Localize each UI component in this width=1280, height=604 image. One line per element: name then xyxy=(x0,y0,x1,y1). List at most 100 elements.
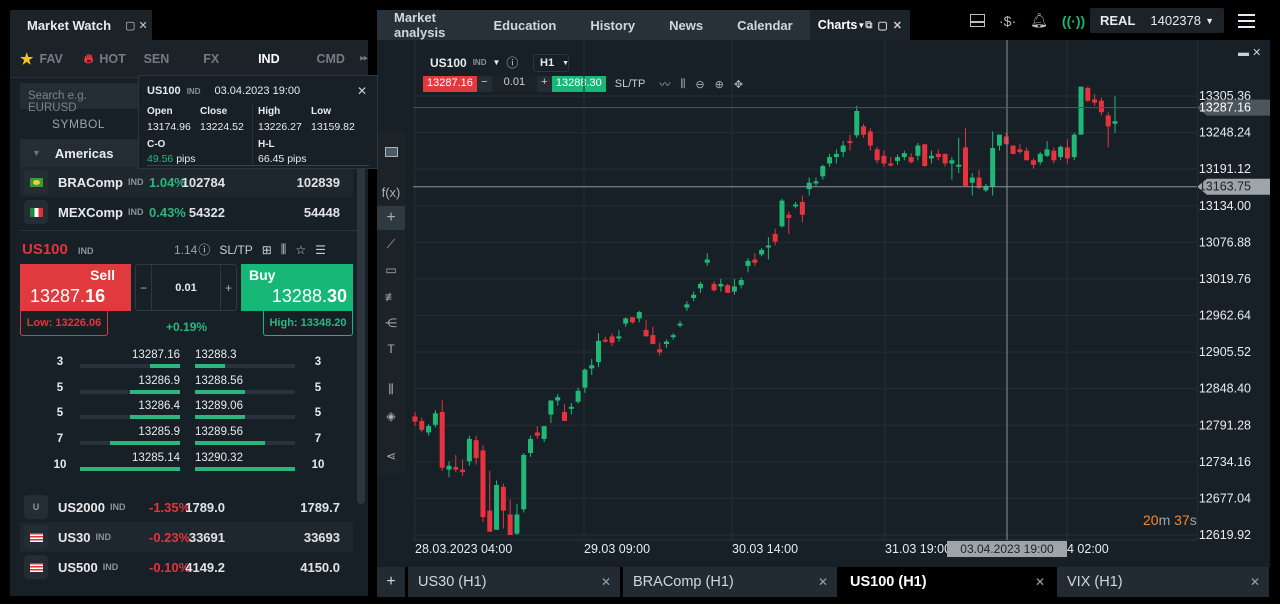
candles-icon[interactable]: ⫼ xyxy=(281,242,287,257)
candle xyxy=(670,333,676,340)
scroll-tabs-right-icon[interactable]: ⏩︎ xyxy=(360,40,368,78)
candle xyxy=(881,150,887,167)
quantity-stepper[interactable]: − 0.01 + xyxy=(135,264,237,311)
increase-button[interactable]: + xyxy=(219,265,236,310)
candle xyxy=(1037,151,1043,165)
tab-fav[interactable]: ★ FAV xyxy=(20,40,72,78)
top-bar-icons: ·$· 🔔︎ ((·)) xyxy=(970,12,1085,29)
candle xyxy=(1024,147,1030,161)
candle xyxy=(915,142,921,161)
wifi-icon: ((·)) xyxy=(1061,12,1086,29)
star-icon: ★ xyxy=(20,50,34,68)
maximize-icon[interactable]: ▢ xyxy=(877,19,887,32)
close-tab-icon[interactable]: ✕ xyxy=(818,575,828,589)
candle-body xyxy=(935,153,941,158)
nav-calendar[interactable]: Calendar xyxy=(720,10,810,40)
maximize-icon[interactable]: ▢ xyxy=(125,20,138,32)
symbol-search-input[interactable]: Search e.g. EURUSD xyxy=(20,83,138,114)
candle xyxy=(426,424,432,436)
tab-fx[interactable]: FX xyxy=(203,40,246,78)
layout-icon[interactable] xyxy=(970,14,985,27)
favorite-star-icon[interactable]: ☆ xyxy=(295,243,306,257)
close-tab-icon[interactable]: ✕ xyxy=(1250,575,1260,589)
us-flag-icon xyxy=(24,525,48,549)
chart-tab-bracomp[interactable]: BRAComp (H1) ✕ xyxy=(623,567,837,597)
candle-body xyxy=(772,233,778,242)
nav-history[interactable]: History xyxy=(573,10,652,40)
close-icon[interactable]: ✕ xyxy=(138,20,150,32)
list-item[interactable]: MEXComp IND 0.43% 54322 54448 xyxy=(20,197,353,227)
candle-body xyxy=(582,369,588,388)
candle xyxy=(935,149,941,161)
tab-sen[interactable]: SEN xyxy=(144,40,189,78)
chevron-down-icon: ▼ xyxy=(1205,15,1214,26)
x-tick-label: 30.03 14:00 xyxy=(732,542,798,556)
tab-cmd[interactable]: CMD xyxy=(316,40,354,78)
candle xyxy=(854,105,860,138)
candle-body xyxy=(962,147,968,186)
candle-body xyxy=(466,438,472,462)
column-header-symbol[interactable]: SYMBOL xyxy=(52,117,105,131)
candle xyxy=(867,128,873,151)
buy-button[interactable]: Buy 13288.30 xyxy=(241,264,353,311)
candle xyxy=(412,411,418,427)
candle-body xyxy=(453,467,459,470)
daily-change: +0.19% xyxy=(166,320,208,334)
close-tab-icon[interactable]: ✕ xyxy=(601,575,611,589)
bell-icon[interactable]: 🔔︎ xyxy=(1030,12,1048,29)
candlestick-chart[interactable]: 13305.3613248.2413191.1213134.0013076.88… xyxy=(377,40,1270,567)
candle xyxy=(623,317,629,327)
hamburger-menu-icon[interactable] xyxy=(1238,14,1255,32)
nav-education[interactable]: Education xyxy=(476,10,573,40)
candle-body xyxy=(745,260,751,266)
chart-tab-us30[interactable]: US30 (H1) ✕ xyxy=(408,567,620,597)
candle xyxy=(752,253,758,266)
add-chart-tab-button[interactable]: + xyxy=(377,567,405,597)
close-icon[interactable]: ✕ xyxy=(893,19,902,32)
bid-price: 13285.9 xyxy=(138,426,180,438)
nav-market-analysis[interactable]: Market analysis xyxy=(377,10,476,40)
quantity-input[interactable]: 0.01 xyxy=(175,282,196,294)
nav-charts[interactable]: Charts ▼ ⧉ ▢ ✕ xyxy=(809,10,910,40)
info-icon[interactable]: ⓘ xyxy=(198,241,210,258)
bid-price: 13287.16 xyxy=(132,349,180,361)
bid-qty: 10 xyxy=(53,459,67,471)
candle xyxy=(827,153,833,167)
deposit-icon[interactable]: ·$· xyxy=(999,13,1016,29)
bid-volume-bar xyxy=(80,364,180,368)
candle xyxy=(534,426,540,439)
ask-qty: 5 xyxy=(314,382,322,394)
sell-button[interactable]: Sell 13287.16 xyxy=(20,264,131,311)
list-item[interactable]: BRAComp IND 1.04% 102784 102839 xyxy=(20,167,353,197)
popup-close-icon[interactable]: ✕ xyxy=(357,84,367,98)
y-tick-label: 12962.64 xyxy=(1199,309,1251,323)
list-item[interactable]: US30 IND -0.23% 33691 33693 xyxy=(20,522,353,552)
candle xyxy=(820,164,826,180)
candle xyxy=(691,291,697,302)
popout-icon[interactable]: ⧉ xyxy=(865,20,872,31)
candle-body xyxy=(1085,87,1091,101)
account-selector[interactable]: REAL 1402378 ▼ xyxy=(1090,8,1224,33)
list-item[interactable]: US500 IND -0.10% 4149.2 4150.0 xyxy=(20,552,353,582)
candle-body xyxy=(881,155,887,164)
candle-body xyxy=(725,285,731,293)
close-tab-icon[interactable]: ✕ xyxy=(1035,575,1045,589)
y-tick-label: 12677.04 xyxy=(1199,491,1251,505)
nav-news[interactable]: News xyxy=(652,10,720,40)
tab-hot[interactable]: 🔥︎ HOT xyxy=(84,40,136,78)
candle xyxy=(793,201,799,209)
chart-tab-vix[interactable]: VIX (H1) ✕ xyxy=(1057,567,1269,597)
add-list-icon[interactable]: ☰ xyxy=(315,243,326,257)
sltp-button[interactable]: SL/TP xyxy=(219,243,252,257)
market-watch-tab[interactable]: Market Watch ▢✕ xyxy=(10,10,152,40)
tab-ind[interactable]: IND xyxy=(258,40,304,78)
bid-price: 13286.9 xyxy=(138,375,180,387)
candle-body xyxy=(521,454,527,510)
candle xyxy=(616,330,622,342)
candle xyxy=(1010,145,1016,154)
decrease-button[interactable]: − xyxy=(136,265,152,310)
chart-tab-us100[interactable]: US100 (H1) ✕ xyxy=(840,567,1054,597)
add-chart-icon[interactable]: ⊞ xyxy=(262,243,272,257)
category-tabs: ★ FAV 🔥︎ HOT SEN FX IND CMD ⏩︎ xyxy=(10,40,368,78)
list-item[interactable]: U US2000 IND -1.35% 1789.0 1789.7 xyxy=(20,492,353,522)
